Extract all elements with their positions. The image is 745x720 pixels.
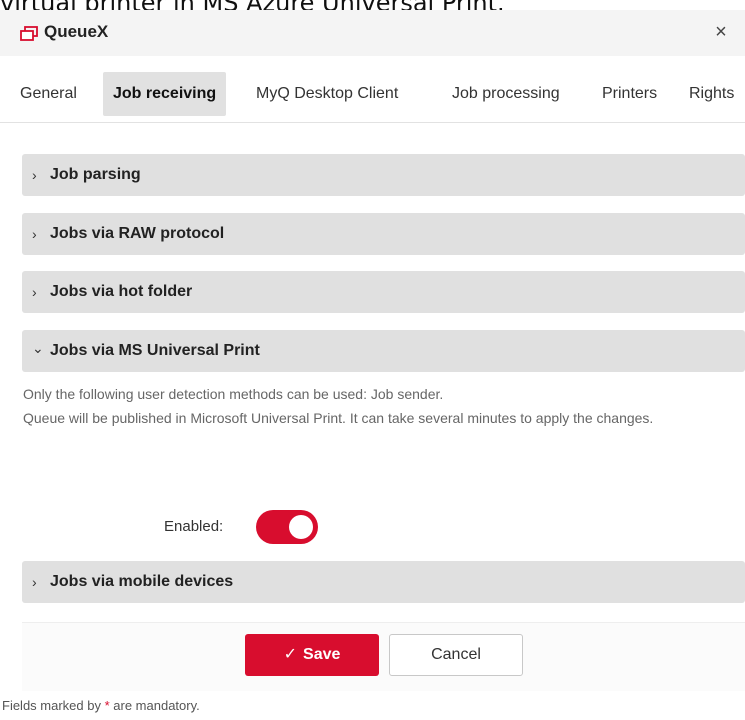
save-button[interactable]: ✓ Save bbox=[245, 634, 379, 676]
dialog-titlebar: QueueX × bbox=[0, 10, 745, 56]
enabled-toggle[interactable] bbox=[256, 510, 318, 544]
info-detection-methods: Only the following user detection method… bbox=[23, 386, 444, 402]
tab-bar: General Job receiving MyQ Desktop Client… bbox=[0, 66, 745, 123]
section-job-parsing[interactable]: › Job parsing bbox=[22, 154, 745, 196]
tab-rights[interactable]: Rights bbox=[679, 72, 744, 116]
close-icon[interactable]: × bbox=[709, 20, 733, 44]
section-label: Jobs via hot folder bbox=[50, 283, 193, 300]
section-label: Jobs via MS Universal Print bbox=[50, 342, 260, 359]
chevron-down-icon: ⌄ bbox=[32, 340, 44, 356]
section-jobs-via-mobile-devices[interactable]: › Jobs via mobile devices bbox=[22, 561, 745, 603]
cancel-button[interactable]: Cancel bbox=[389, 634, 523, 676]
dialog-title: QueueX bbox=[44, 22, 109, 41]
check-icon: ✓ bbox=[283, 646, 298, 663]
tab-job-processing[interactable]: Job processing bbox=[442, 72, 570, 116]
section-jobs-via-ms-universal-print[interactable]: ⌄ Jobs via MS Universal Print bbox=[22, 330, 745, 372]
universal-print-info: Only the following user detection method… bbox=[23, 382, 735, 430]
tab-job-receiving[interactable]: Job receiving bbox=[103, 72, 227, 116]
mandatory-note-text: Fields marked by bbox=[2, 698, 105, 713]
queue-properties-dialog: QueueX × General Job receiving MyQ Deskt… bbox=[0, 10, 745, 720]
enabled-label: Enabled: bbox=[164, 518, 224, 535]
chevron-right-icon: › bbox=[32, 226, 37, 242]
queue-icon bbox=[20, 26, 38, 42]
save-label: Save bbox=[303, 646, 341, 663]
toggle-knob bbox=[289, 515, 313, 539]
mandatory-note: Fields marked by * are mandatory. bbox=[2, 698, 200, 713]
chevron-right-icon: › bbox=[32, 167, 37, 183]
info-publishing-note: Queue will be published in Microsoft Uni… bbox=[23, 410, 654, 426]
mandatory-note-text-end: are mandatory. bbox=[109, 698, 200, 713]
tab-general[interactable]: General bbox=[10, 72, 87, 116]
tab-myq-desktop-client[interactable]: MyQ Desktop Client bbox=[246, 72, 408, 116]
section-jobs-via-hot-folder[interactable]: › Jobs via hot folder bbox=[22, 271, 745, 313]
dialog-footer: ✓ Save Cancel bbox=[22, 622, 745, 691]
tab-printers[interactable]: Printers bbox=[592, 72, 667, 116]
chevron-right-icon: › bbox=[32, 284, 37, 300]
section-label: Jobs via mobile devices bbox=[50, 573, 234, 590]
section-label: Job parsing bbox=[50, 166, 141, 183]
chevron-right-icon: › bbox=[32, 574, 37, 590]
section-label: Jobs via RAW protocol bbox=[50, 225, 225, 242]
section-jobs-via-raw-protocol[interactable]: › Jobs via RAW protocol bbox=[22, 213, 745, 255]
